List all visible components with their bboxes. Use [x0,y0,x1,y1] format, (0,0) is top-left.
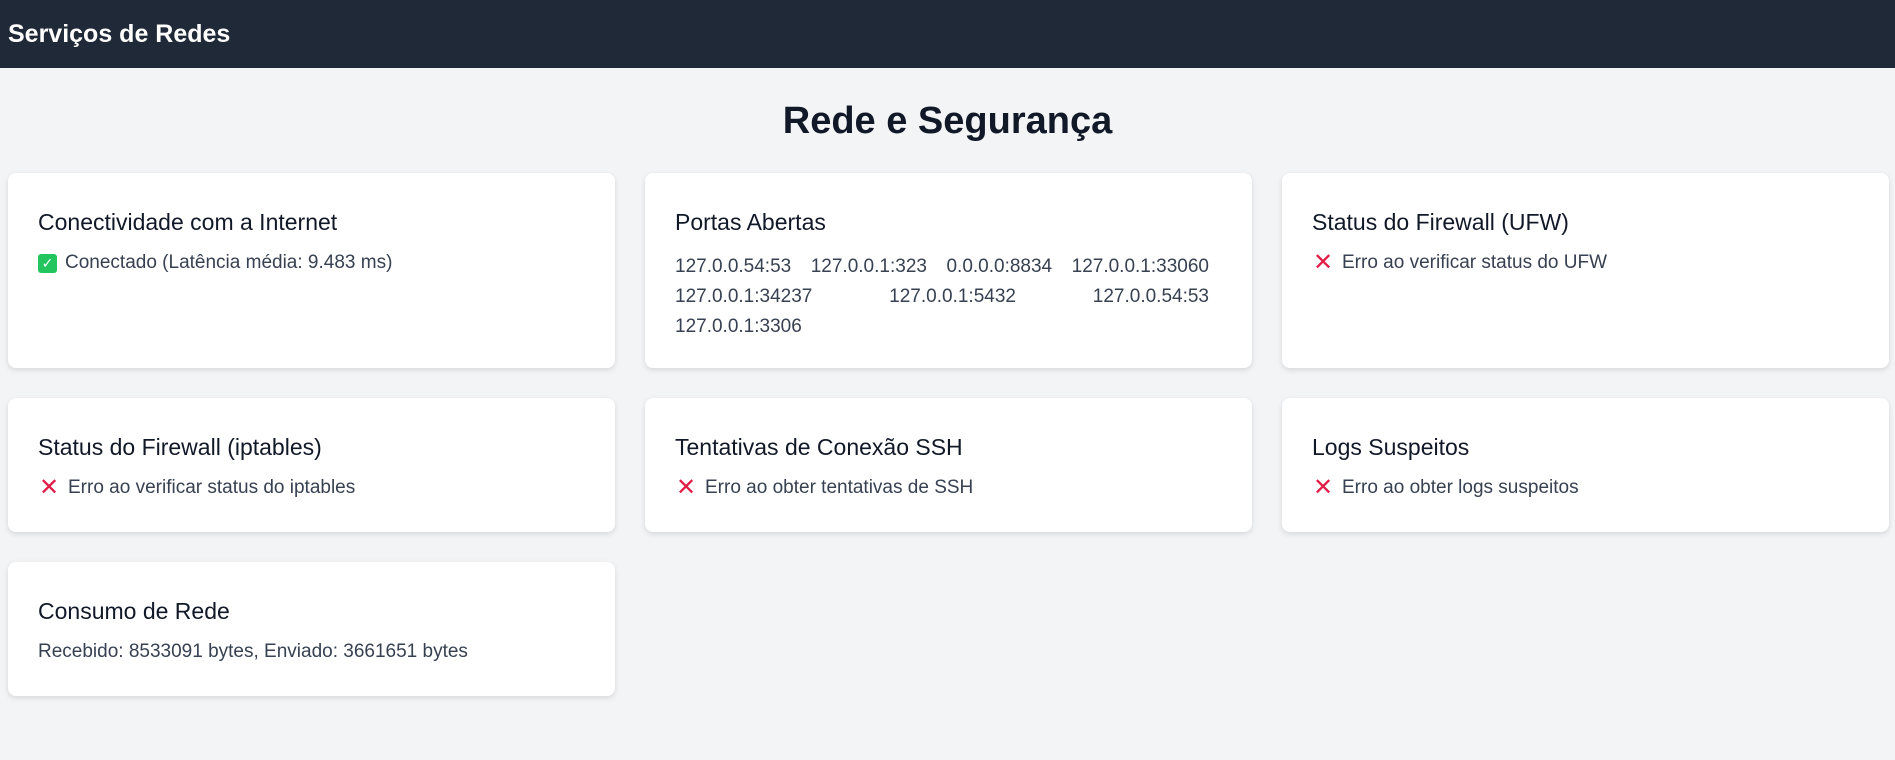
ssh-status-text: Erro ao obter tentativas de SSH [705,477,974,498]
internet-status-text: Conectado (Latência média: 9.483 ms) [65,252,393,273]
page-title: Rede e Segurança [782,100,1113,142]
internet-card: Conectividade com a Internet ✓ Conectado… [8,173,615,368]
port-item: 127.0.0.1:33060 [1071,256,1209,277]
logs-status: ✕ Erro ao obter logs suspeitos [1312,474,1859,501]
ufw-status-text: Erro ao verificar status do UFW [1342,252,1608,273]
logs-card-title: Logs Suspeitos [1312,434,1470,460]
check-icon: ✓ [38,253,57,273]
ufw-card: Status do Firewall (UFW) ✕ Erro ao verif… [1282,173,1889,368]
logs-card: Logs Suspeitos ✕ Erro ao obter logs susp… [1282,398,1889,532]
ufw-card-title: Status do Firewall (UFW) [1312,209,1569,235]
logs-status-text: Erro ao obter logs suspeitos [1342,477,1579,498]
traffic-card-title: Consumo de Rede [38,598,230,624]
port-item: 127.0.0.1:34237 [675,286,813,307]
cross-icon: ✕ [1312,249,1334,276]
cross-icon: ✕ [1312,474,1334,501]
cross-icon: ✕ [38,474,60,501]
traffic-card: Consumo de Rede Recebido: 8533091 bytes,… [8,562,615,696]
top-navbar: Serviços de Redes [0,0,1895,68]
ssh-status: ✕ Erro ao obter tentativas de SSH [675,474,1222,501]
internet-status: ✓ Conectado (Latência média: 9.483 ms) [38,252,585,274]
iptables-status: ✕ Erro ao verificar status do iptables [38,474,585,501]
ports-card-title: Portas Abertas [675,209,826,235]
ssh-card-title: Tentativas de Conexão SSH [675,434,963,460]
internet-card-title: Conectividade com a Internet [38,209,338,235]
ports-list: 127.0.0.54:53 127.0.0.1:323 0.0.0.0:8834… [675,252,1215,342]
ufw-status: ✕ Erro ao verificar status do UFW [1312,249,1859,276]
ssh-card: Tentativas de Conexão SSH ✕ Erro ao obte… [645,398,1252,532]
port-item: 127.0.0.1:3306 [675,316,802,337]
app-title: Serviços de Redes [8,19,231,48]
iptables-card-title: Status do Firewall (iptables) [38,434,322,460]
cross-icon: ✕ [675,474,697,501]
cards-grid: Conectividade com a Internet ✓ Conectado… [0,173,1895,696]
traffic-status-text: Recebido: 8533091 bytes, Enviado: 366165… [38,641,468,662]
port-item: 127.0.0.1:5432 [889,286,1016,307]
ports-card: Portas Abertas 127.0.0.54:53 127.0.0.1:3… [645,173,1252,368]
port-item: 0.0.0.0:8834 [946,256,1053,277]
traffic-status: Recebido: 8533091 bytes, Enviado: 366165… [38,641,585,663]
port-item: 127.0.0.54:53 [1092,286,1209,307]
iptables-status-text: Erro ao verificar status do iptables [68,477,356,498]
port-item: 127.0.0.1:323 [810,256,927,277]
port-item: 127.0.0.54:53 [675,256,792,277]
iptables-card: Status do Firewall (iptables) ✕ Erro ao … [8,398,615,532]
